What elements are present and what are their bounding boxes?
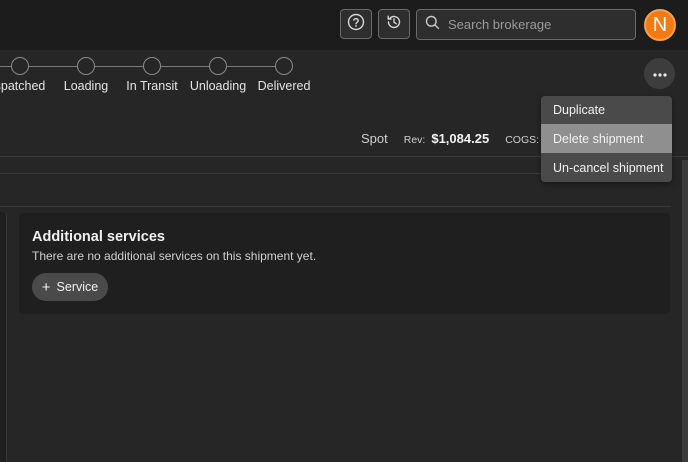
divider: [0, 206, 671, 207]
add-service-label: Service: [56, 280, 99, 294]
empty-state-text: There are no additional services on this…: [32, 249, 317, 263]
step-label-loading: Loading: [63, 79, 109, 93]
avatar-initial: N: [652, 13, 668, 36]
menu-item-label: Delete shipment: [553, 131, 644, 146]
stepper-track: [0, 66, 284, 67]
shipment-status-stepper: spatched Loading In Transit Unloading De…: [0, 56, 330, 96]
cogs-label: COGS:: [505, 134, 540, 146]
shipment-type: Spot: [361, 131, 388, 146]
search-input[interactable]: [448, 17, 628, 32]
step-circle-in-transit: [143, 57, 161, 75]
help-button[interactable]: [340, 9, 372, 39]
search-box[interactable]: [416, 9, 636, 40]
menu-item-delete-shipment[interactable]: Delete shipment: [541, 124, 672, 153]
step-label-unloading: Unloading: [189, 79, 247, 93]
step-circle-delivered: [275, 57, 293, 75]
menu-item-duplicate[interactable]: Duplicate: [541, 96, 672, 124]
left-panel-edge: [0, 212, 7, 462]
more-horizontal-icon: [652, 65, 668, 83]
avatar[interactable]: N: [644, 9, 676, 41]
section-title: Additional services: [32, 229, 165, 245]
menu-item-uncancel-shipment[interactable]: Un-cancel shipment: [541, 153, 672, 182]
step-circle-dispatched: [11, 57, 29, 75]
search-icon: [425, 15, 440, 35]
history-icon: [385, 13, 403, 36]
history-button[interactable]: [378, 9, 410, 39]
step-circle-loading: [77, 57, 95, 75]
question-icon: [347, 13, 365, 36]
plus-icon: +: [41, 278, 51, 296]
scrollbar[interactable]: [682, 160, 688, 462]
menu-item-label: Un-cancel shipment: [553, 160, 664, 175]
menu-item-label: Duplicate: [553, 103, 606, 117]
revenue-value: $1,084.25: [431, 131, 490, 146]
actions-menu: Duplicate Delete shipment Un-cancel ship…: [541, 96, 672, 182]
more-actions-button[interactable]: [644, 58, 675, 89]
top-bar: N: [0, 0, 688, 50]
add-service-button[interactable]: + Service: [32, 273, 108, 301]
step-label-delivered: Delivered: [257, 79, 311, 93]
step-label-in-transit: In Transit: [126, 79, 178, 93]
additional-services-card: Additional services There are no additio…: [19, 213, 670, 314]
step-circle-unloading: [209, 57, 227, 75]
step-label-dispatched: spatched: [0, 79, 46, 93]
revenue-label: Rev:: [403, 134, 426, 146]
